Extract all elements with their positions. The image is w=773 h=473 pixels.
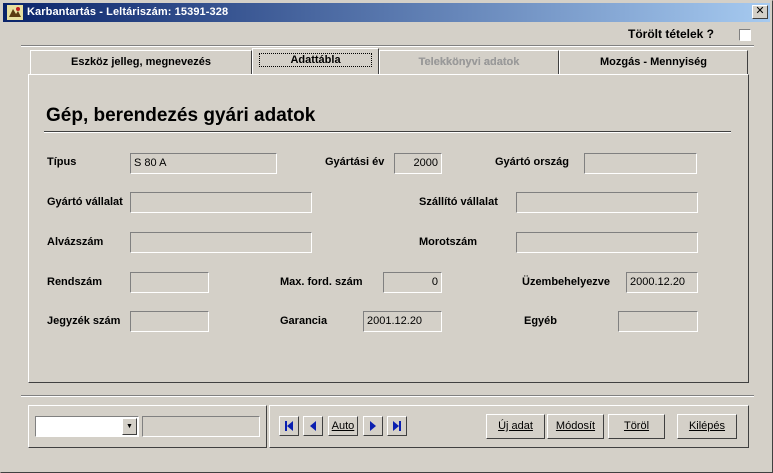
- motorszam-field[interactable]: [516, 232, 698, 253]
- modify-button[interactable]: Módosít: [547, 414, 604, 439]
- deleted-items-checkbox[interactable]: [739, 29, 751, 41]
- motorszam-label: Morotszám: [419, 236, 478, 248]
- bottom-divider: [21, 395, 754, 397]
- alvazszam-label: Alvázszám: [47, 236, 104, 248]
- tab-label: Adattábla: [259, 53, 372, 67]
- tab-label: Mozgás - Mennyiség: [600, 56, 707, 68]
- gyarto-orszag-label: Gyártó ország: [495, 156, 569, 168]
- tab-eszkoz-jelleg[interactable]: Eszköz jelleg, megnevezés: [30, 50, 252, 74]
- tab-label: Eszköz jelleg, megnevezés: [70, 56, 211, 68]
- gyarto-vallalat-field[interactable]: [130, 192, 312, 213]
- szallito-vallalat-field[interactable]: [516, 192, 698, 213]
- jegyzek-szam-label: Jegyzék szám: [47, 315, 121, 327]
- next-record-button[interactable]: [363, 416, 383, 436]
- alvazszam-field[interactable]: [130, 232, 312, 253]
- gyartasi-ev-label: Gyártási év: [325, 156, 385, 168]
- previous-record-icon: [310, 421, 316, 431]
- dropdown-arrow-icon[interactable]: ▼: [122, 418, 137, 435]
- rendszam-field[interactable]: [130, 272, 209, 293]
- main-window: Karbantartás - Leltáriszám: 15391-328 ✕ …: [0, 0, 773, 473]
- app-icon: [7, 5, 23, 20]
- szallito-vallalat-label: Szállító vállalat: [419, 196, 498, 208]
- modify-label: Módosít: [555, 420, 596, 432]
- uzembehelyezve-label: Üzembehelyezve: [522, 276, 611, 288]
- tab-telekkonyvi-adatok: Telekkönyvi adatok: [379, 50, 559, 74]
- tipus-label: Típus: [47, 156, 77, 168]
- auto-button[interactable]: Auto: [328, 416, 358, 436]
- jegyzek-szam-field[interactable]: [130, 311, 209, 332]
- max-ford-szam-label: Max. ford. szám: [280, 276, 363, 288]
- egyeb-label: Egyéb: [524, 315, 558, 327]
- chevron-down-icon: ▼: [126, 423, 133, 430]
- previous-record-button[interactable]: [303, 416, 323, 436]
- close-icon: ✕: [755, 5, 765, 17]
- close-button[interactable]: ✕: [752, 5, 768, 19]
- new-data-button[interactable]: Új adat: [486, 414, 545, 439]
- gyarto-vallalat-label: Gyártó vállalat: [47, 196, 123, 208]
- deleted-items-label: Törölt tételek ?: [628, 27, 715, 41]
- last-record-icon: [393, 421, 401, 431]
- top-divider: [21, 45, 754, 47]
- last-record-button[interactable]: [387, 416, 407, 436]
- window-title: Karbantartás - Leltáriszám: 15391-328: [27, 6, 229, 18]
- tipus-field[interactable]: S 80 A: [130, 153, 277, 174]
- gyartasi-ev-field[interactable]: 2000: [394, 153, 442, 174]
- tab-label: Telekkönyvi adatok: [418, 56, 520, 68]
- auto-label: Auto: [331, 420, 355, 432]
- next-record-icon: [370, 421, 376, 431]
- egyeb-field[interactable]: [618, 311, 698, 332]
- garancia-label: Garancia: [280, 315, 328, 327]
- new-data-label: Új adat: [498, 420, 533, 432]
- gyarto-orszag-field[interactable]: [584, 153, 697, 174]
- exit-button[interactable]: Kilépés: [677, 414, 737, 439]
- tab-adattabla[interactable]: Adattábla: [252, 48, 379, 75]
- delete-label: Töröl: [623, 420, 650, 432]
- section-divider: [44, 131, 731, 133]
- rendszam-label: Rendszám: [47, 276, 103, 288]
- garancia-field[interactable]: 2001.12.20: [363, 311, 442, 332]
- max-ford-szam-field[interactable]: 0: [383, 272, 442, 293]
- filter-text-field[interactable]: [142, 416, 260, 437]
- filter-combo[interactable]: ▼: [35, 416, 139, 437]
- first-record-icon: [285, 421, 293, 431]
- section-title: Gép, berendezés gyári adatok: [46, 105, 316, 126]
- first-record-button[interactable]: [279, 416, 299, 436]
- exit-label: Kilépés: [688, 420, 726, 432]
- tab-mozgas-mennyiseg[interactable]: Mozgás - Mennyiség: [559, 50, 748, 74]
- uzembehelyezve-field[interactable]: 2000.12.20: [626, 272, 698, 293]
- title-bar[interactable]: Karbantartás - Leltáriszám: 15391-328 ✕: [3, 3, 770, 22]
- delete-button[interactable]: Töröl: [608, 414, 665, 439]
